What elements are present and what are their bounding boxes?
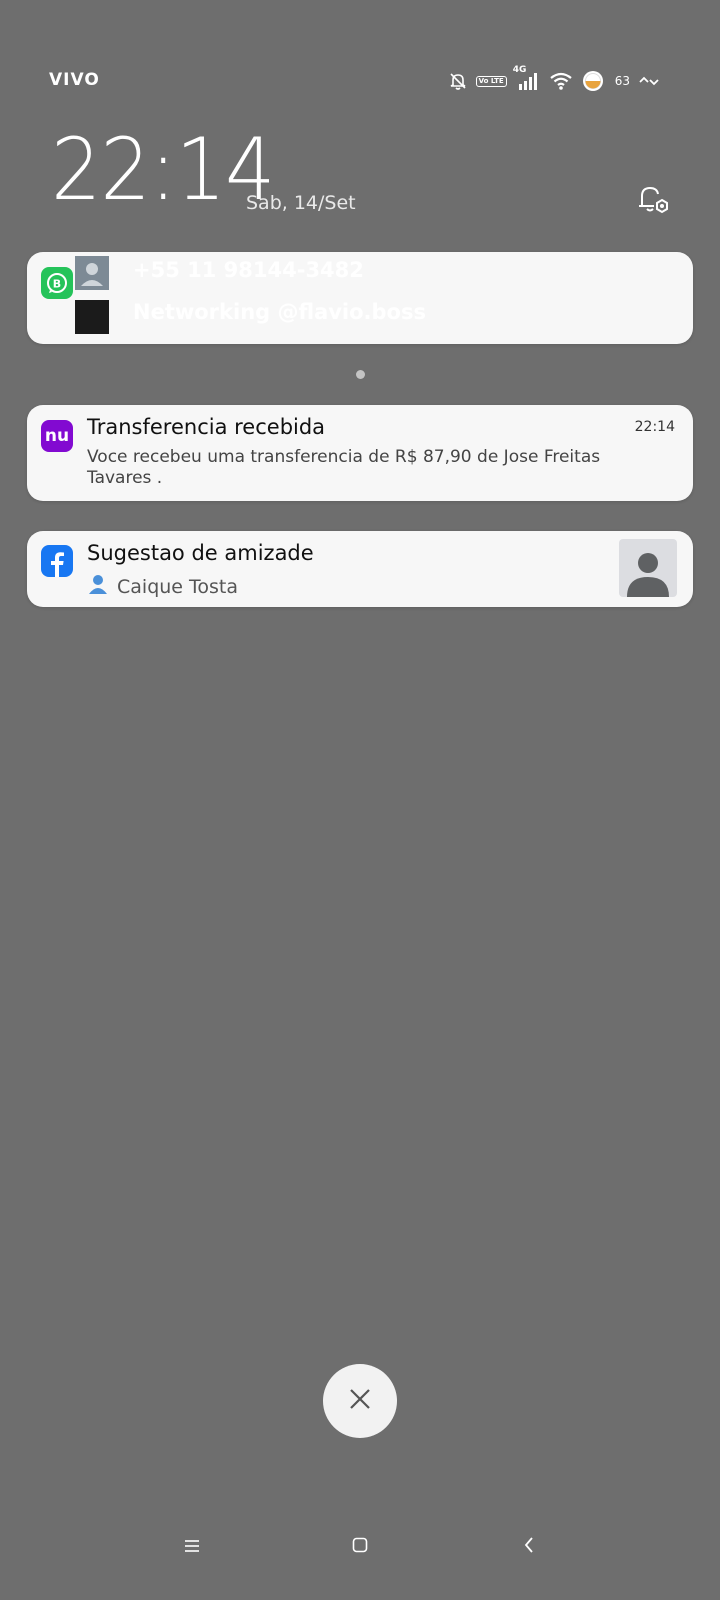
contact-name: Networking @flavio.boss xyxy=(133,300,426,324)
lockscreen-clock: 22:14 xyxy=(51,120,275,220)
contact-name: +55 11 98144-3482 xyxy=(133,258,364,282)
facebook-notification[interactable]: Sugestao de amizade Caique Tosta xyxy=(27,531,693,607)
notification-settings-icon[interactable] xyxy=(632,180,672,220)
notification-title: Transferencia recebida xyxy=(87,415,326,439)
status-icons: Vo LTE 4G 63 xyxy=(448,65,660,94)
list-item: Networking @flavio.boss xyxy=(133,300,673,330)
svg-text:B: B xyxy=(53,278,61,291)
notification-title: Sugestao de amizade xyxy=(87,541,314,565)
avatar xyxy=(75,300,109,334)
wifi-icon xyxy=(549,71,573,91)
facebook-icon xyxy=(41,545,73,577)
battery-level: 63 xyxy=(614,74,630,88)
whatsapp-notification[interactable]: B +55 11 98144-3482 Networking @flavio.b… xyxy=(27,252,693,344)
page-indicator xyxy=(356,370,365,379)
carrier-label: VIVO xyxy=(49,70,100,90)
home-icon xyxy=(352,1537,368,1557)
battery-icon xyxy=(581,69,605,93)
close-icon xyxy=(348,1387,372,1415)
list-item: +55 11 98144-3482 xyxy=(133,258,673,288)
avatar xyxy=(75,256,109,290)
person-icon xyxy=(87,573,109,600)
navigation-bar xyxy=(0,1520,720,1576)
volte-icon: Vo LTE xyxy=(475,75,507,87)
data-arrows-icon xyxy=(638,73,660,89)
lockscreen-date: Sab, 14/Set xyxy=(246,192,356,214)
notification-body: Voce recebeu uma transferencia de R$ 87,… xyxy=(87,447,601,488)
notification-time: 22:14 xyxy=(634,419,675,435)
recent-apps-button[interactable] xyxy=(177,1532,207,1562)
back-button[interactable] xyxy=(514,1532,544,1562)
profile-thumbnail xyxy=(619,539,677,597)
network-type: 4G xyxy=(512,65,527,75)
clear-all-button[interactable] xyxy=(323,1364,397,1438)
menu-icon xyxy=(184,1538,200,1557)
bell-muted-icon xyxy=(448,71,468,91)
nubank-notification[interactable]: nu Transferencia recebida 22:14 Voce rec… xyxy=(27,405,693,501)
chevron-left-icon xyxy=(523,1537,535,1557)
home-button[interactable] xyxy=(345,1532,375,1562)
notification-body: Caique Tosta xyxy=(87,573,238,600)
suggested-friend-name: Caique Tosta xyxy=(117,575,239,598)
nubank-icon: nu xyxy=(41,420,73,452)
signal-icon: 4G xyxy=(513,65,541,91)
whatsapp-business-icon: B xyxy=(41,267,73,299)
